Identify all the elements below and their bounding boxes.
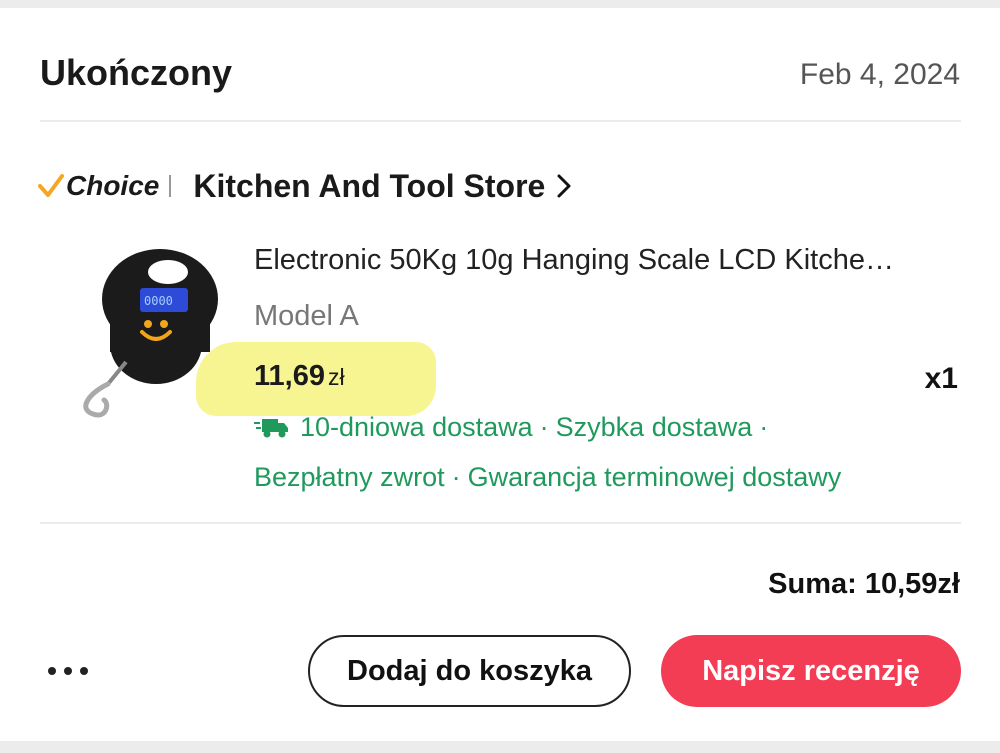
order-card: Ukończony Feb 4, 2024 Choice Kitchen And… bbox=[0, 8, 1000, 741]
separator bbox=[169, 175, 172, 197]
shipping-line-1: 10-dniowa dostawa · Szybka dostawa · bbox=[254, 412, 775, 443]
order-date: Feb 4, 2024 bbox=[799, 58, 960, 91]
price-currency: zł bbox=[327, 364, 345, 390]
delivery-guarantee: Gwarancja terminowej dostawy bbox=[467, 462, 842, 492]
divider bbox=[40, 522, 961, 524]
shipping-line-2: Bezpłatny zwrot · Gwarancja terminowej d… bbox=[254, 462, 841, 493]
store-link[interactable]: Choice Kitchen And Tool Store bbox=[38, 164, 573, 208]
order-status: Ukończony bbox=[40, 52, 233, 93]
more-horizontal-icon bbox=[48, 667, 56, 675]
fast-delivery-truck-icon bbox=[254, 418, 288, 437]
store-name[interactable]: Kitchen And Tool Store bbox=[193, 168, 545, 205]
order-total: Suma: 10,59zł bbox=[768, 568, 960, 600]
more-options-button[interactable] bbox=[48, 656, 92, 686]
choice-badge: Choice bbox=[38, 170, 159, 202]
product-title[interactable]: Electronic 50Kg 10g Hanging Scale LCD Ki… bbox=[254, 244, 954, 277]
check-icon bbox=[38, 174, 64, 197]
fast-delivery: Szybka dostawa bbox=[555, 412, 753, 442]
add-to-cart-button[interactable]: Dodaj do koszyka bbox=[308, 635, 631, 707]
product-price: 11,69 zł bbox=[254, 360, 345, 393]
delivery-time: 10-dniowa dostawa bbox=[300, 412, 533, 442]
dot-separator: · bbox=[539, 412, 549, 442]
product-quantity: x1 bbox=[924, 362, 958, 395]
dot-separator: · bbox=[451, 462, 461, 492]
dot-separator: · bbox=[759, 412, 769, 442]
more-horizontal-icon bbox=[80, 667, 88, 675]
choice-badge-label: Choice bbox=[66, 170, 160, 201]
svg-text:0000: 0000 bbox=[144, 294, 173, 308]
more-horizontal-icon bbox=[64, 667, 72, 675]
price-amount: 11,69 bbox=[254, 360, 325, 392]
chevron-right-icon bbox=[557, 174, 571, 198]
free-return: Bezpłatny zwrot bbox=[254, 462, 445, 492]
product-variant: Model A bbox=[254, 300, 359, 332]
divider bbox=[40, 120, 961, 122]
write-review-button[interactable]: Napisz recenzję bbox=[661, 635, 961, 707]
